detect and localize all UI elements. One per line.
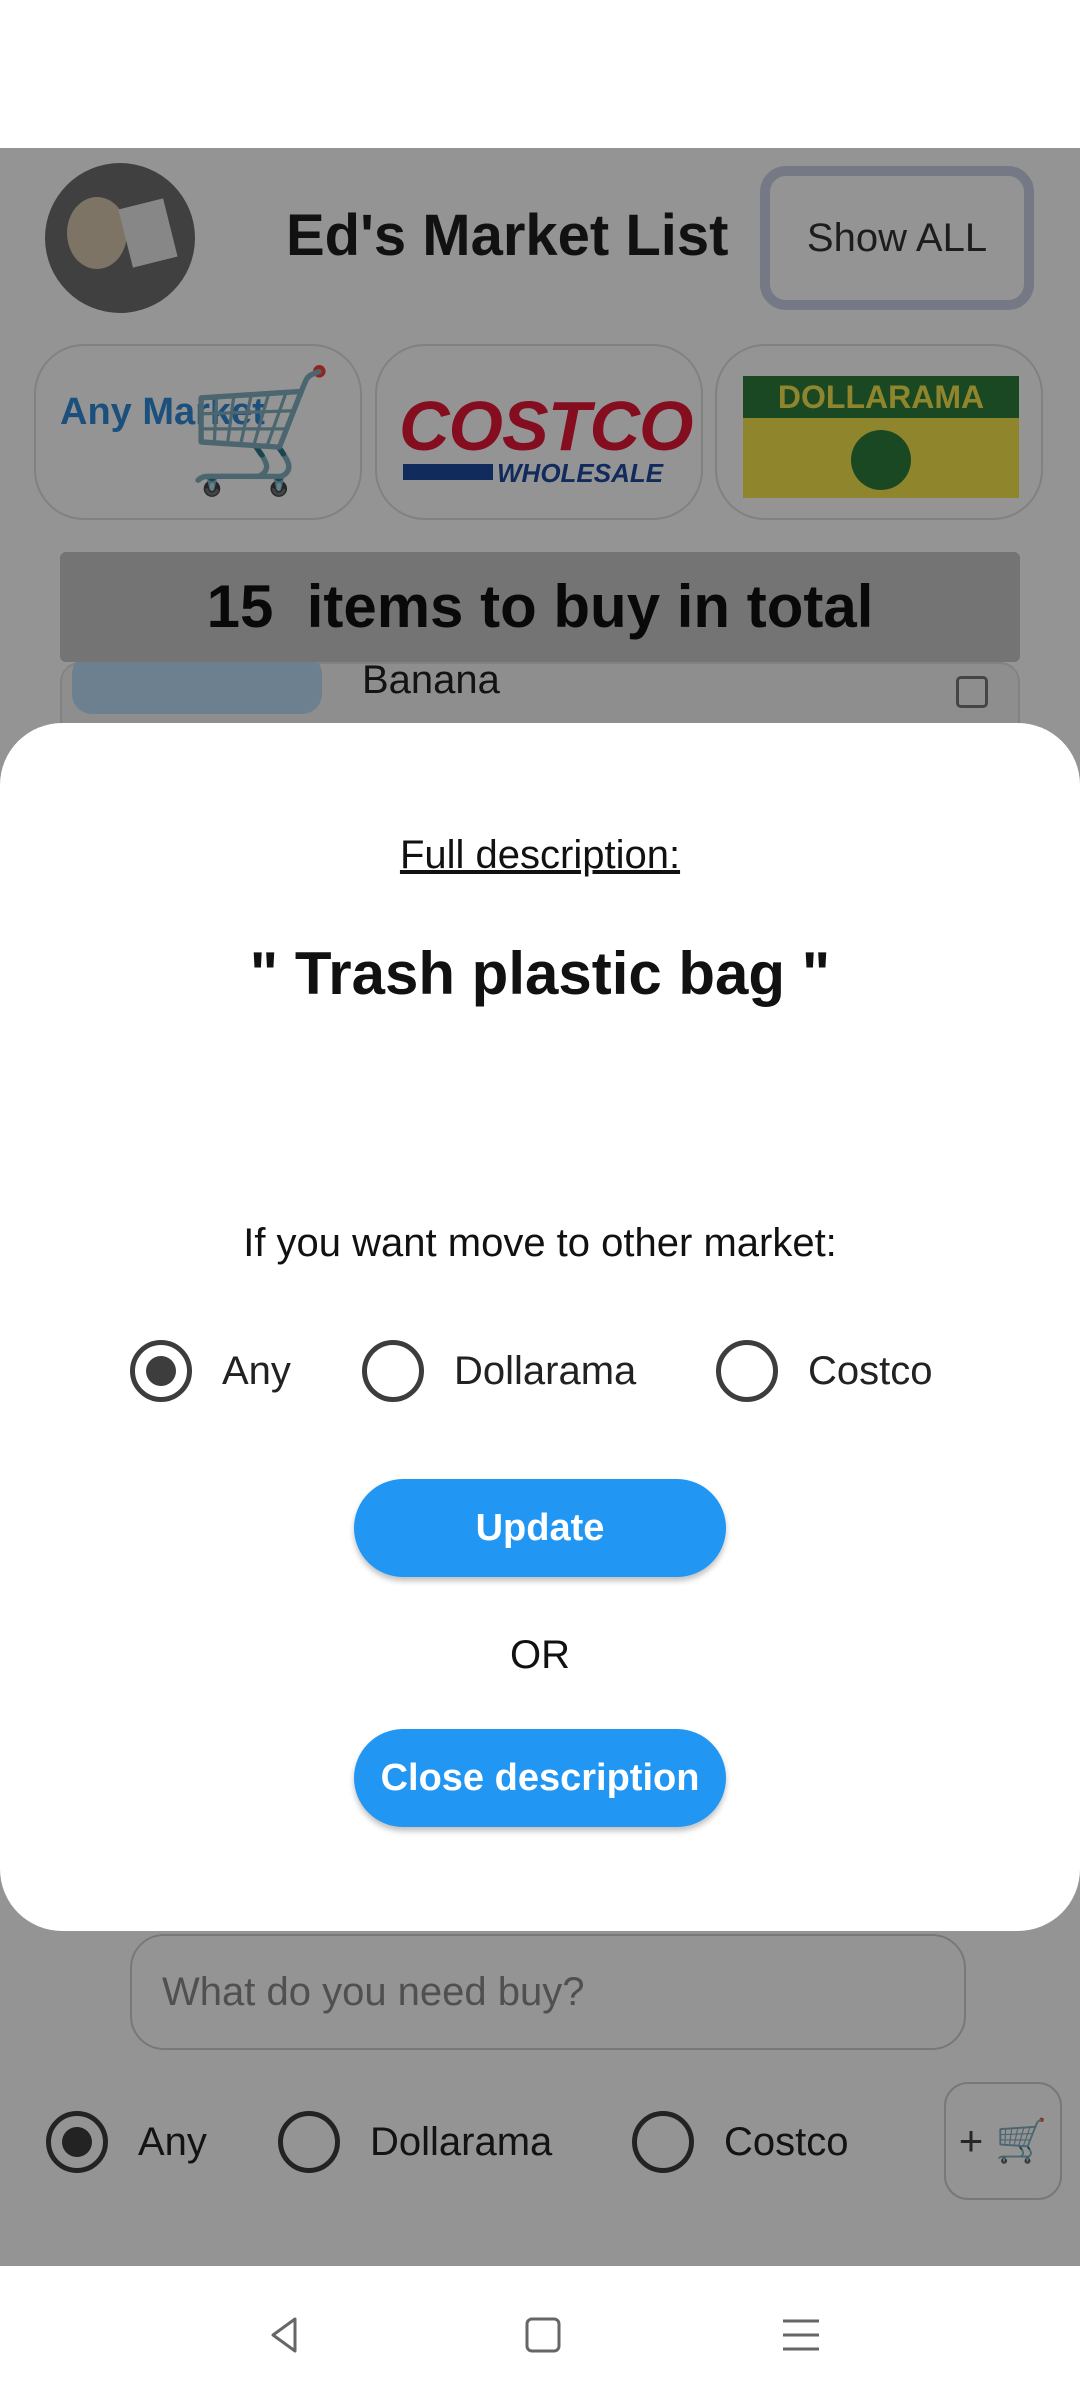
move-market-radios: Any Dollarama Costco <box>0 1331 1080 1411</box>
radio-button[interactable] <box>716 1340 778 1402</box>
or-separator: OR <box>510 1633 570 1677</box>
recents-menu-icon[interactable] <box>776 2310 826 2360</box>
radio-option-costco[interactable]: Costco <box>716 1331 933 1411</box>
description-modal: Full description: " Trash plastic bag " … <box>0 723 1080 1931</box>
move-market-prompt: If you want move to other market: <box>243 1221 837 1265</box>
status-bar <box>0 0 1080 148</box>
radio-label: Dollarama <box>454 1348 637 1393</box>
item-description: " Trash plastic bag " <box>249 940 831 1007</box>
radio-button[interactable] <box>362 1340 424 1402</box>
radio-button-checked[interactable] <box>130 1340 192 1402</box>
update-button[interactable]: Update <box>354 1479 726 1577</box>
back-icon[interactable] <box>260 2310 310 2360</box>
description-heading: Full description: <box>399 833 681 877</box>
radio-label: Costco <box>808 1348 933 1393</box>
radio-option-any[interactable]: Any <box>130 1331 291 1411</box>
close-description-button[interactable]: Close description <box>354 1729 726 1827</box>
radio-option-dollarama[interactable]: Dollarama <box>362 1331 636 1411</box>
system-nav-bar <box>0 2266 1080 2400</box>
radio-label: Any <box>222 1348 291 1393</box>
home-icon[interactable] <box>518 2310 568 2360</box>
